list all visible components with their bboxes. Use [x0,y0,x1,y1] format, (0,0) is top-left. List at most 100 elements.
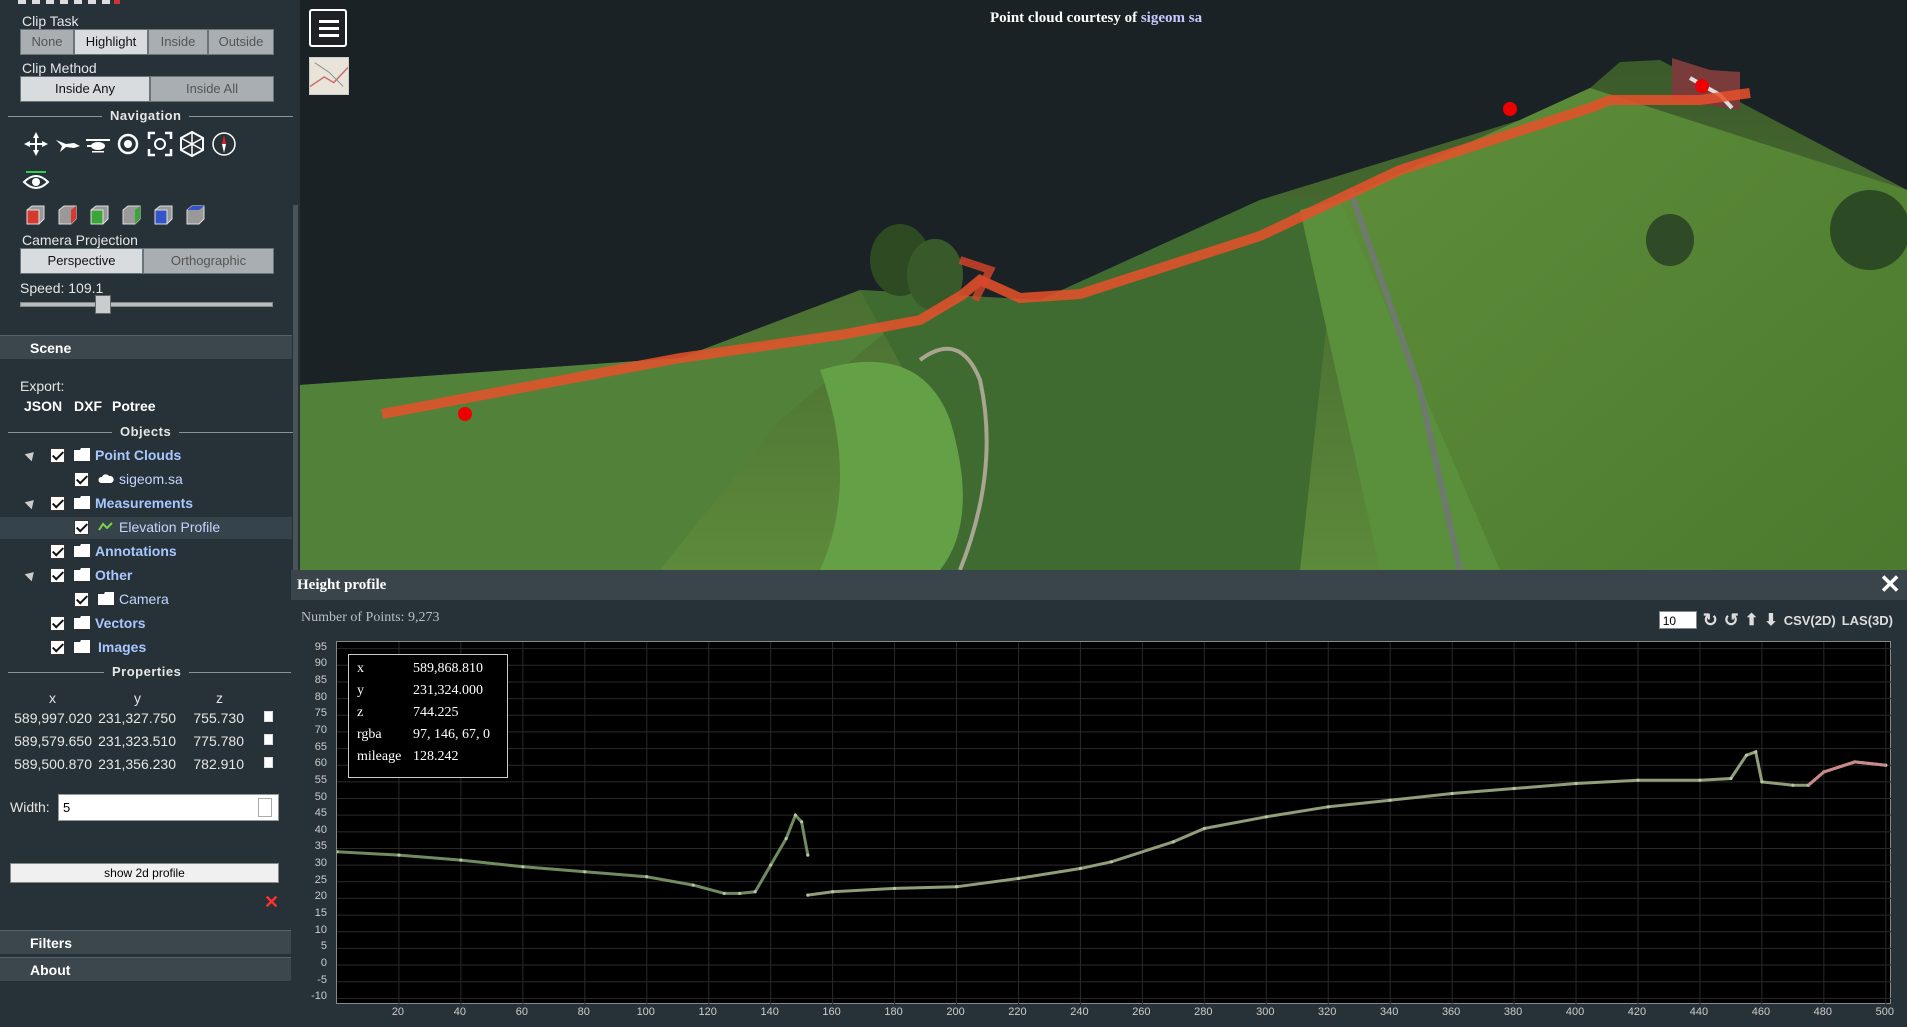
rotate-ccw-icon[interactable]: ↺ [1724,610,1739,631]
profile-point [954,885,959,889]
clip-method-inside-all-button[interactable]: Inside All [150,76,274,102]
profile-point [459,858,463,862]
clip-method-label: Clip Method [22,60,97,76]
copy-icon[interactable] [264,711,273,722]
fly-controls-icon[interactable] [54,130,82,158]
scene-section-header[interactable]: Scene [0,335,292,359]
profile-point [1744,753,1749,757]
sidebar: Clip Task None Highlight Inside Outside … [0,0,300,1027]
profile-point [784,836,788,841]
bottom-view-icon[interactable] [184,204,206,226]
focus-icon[interactable] [146,130,174,158]
orbit-controls-icon[interactable] [114,130,142,158]
compass-icon[interactable] [210,130,238,158]
camera-projection-label: Camera Projection [22,232,138,248]
right-view-icon[interactable] [88,204,110,226]
width-input[interactable]: 5 [58,794,279,821]
credit-link[interactable]: sigeom sa [1141,10,1202,26]
export-json-link[interactable]: JSON [24,398,62,414]
clip-task-inside-button[interactable]: Inside [148,29,208,55]
tree-item-camera[interactable]: Camera [0,589,292,611]
export-csv-button[interactable]: CSV(2D) [1784,613,1836,628]
height-profile-title-bar[interactable]: Height profile ✕ [291,570,1907,600]
tree-item-sigeom[interactable]: sigeom.sa [0,469,292,491]
export-dxf-link[interactable]: DXF [74,398,102,414]
x-tick-label: 300 [1256,1006,1275,1018]
tree-item-elevation-profile[interactable]: Elevation Profile [0,517,292,539]
x-tick-labels: 20 40 60 80 100 120 140 160 180 200 220 240 260 280 30… [336,1006,1894,1022]
checkbox[interactable] [50,448,65,463]
profile-point [1450,791,1454,796]
tooltip-key: rgba [357,727,382,742]
y-tick-label: 5 [320,940,327,953]
checkbox[interactable] [74,472,89,487]
folder-icon [74,640,90,653]
checkbox[interactable] [74,520,89,535]
tree-item-images[interactable]: Images [0,637,292,659]
profile-point [738,891,742,896]
clip-task-outside-button[interactable]: Outside [208,29,274,55]
top-view-icon[interactable] [178,130,206,158]
back-view-icon[interactable] [120,204,142,226]
tooltip-value: 744.225 [413,705,459,720]
profile-point [397,853,401,857]
profile-plot-area[interactable] [335,641,1892,1005]
clip-method-inside-any-button[interactable]: Inside Any [20,76,150,102]
tree-item-vectors[interactable]: Vectors [0,613,292,635]
map-thumbnail-icon[interactable] [309,57,349,95]
close-icon[interactable]: ✕ [1879,572,1901,598]
tree-item-other[interactable]: Other [0,565,292,587]
point-cloud-viewer[interactable]: Point cloud courtesy of sigeom sa [300,0,1907,570]
y-tick-label: 10 [314,923,327,936]
checkbox[interactable] [74,592,89,607]
speed-slider-handle[interactable] [95,295,111,314]
y-tick-label: 50 [314,790,327,803]
front-view-icon[interactable] [56,204,78,226]
earth-controls-icon[interactable] [22,130,50,158]
tooltip-key: z [357,705,364,720]
about-section-header[interactable]: About [0,957,292,981]
show-2d-profile-button[interactable]: show 2d profile [10,863,279,883]
checkbox[interactable] [50,616,65,631]
profile-point [1388,798,1392,802]
orthographic-button[interactable]: Orthographic [143,248,274,274]
copy-icon[interactable] [264,757,273,768]
expand-arrow-icon[interactable] [24,496,38,510]
copy-icon[interactable] [264,734,273,745]
folder-icon [74,616,90,629]
x-tick-label: 40 [453,1006,467,1018]
folder-icon [74,544,90,557]
eye-dome-icon[interactable] [22,166,50,194]
x-tick-label: 280 [1194,1006,1213,1018]
left-view-icon[interactable] [24,204,46,226]
checkbox[interactable] [50,568,65,583]
clip-task-highlight-button[interactable]: Highlight [74,29,148,55]
checkbox[interactable] [50,640,65,655]
top-view-cube-icon[interactable] [152,204,174,226]
tree-label: Images [98,639,147,655]
tree-item-annotations[interactable]: Annotations [0,541,292,563]
remove-measurement-icon[interactable]: ✕ [264,892,279,913]
export-las-button[interactable]: LAS(3D) [1842,613,1893,628]
width-spinner[interactable] [258,798,272,817]
perspective-button[interactable]: Perspective [20,248,143,274]
expand-arrow-icon[interactable] [24,448,38,462]
menu-toggle-button[interactable] [309,9,347,47]
tree-label: Vectors [95,615,146,631]
export-potree-link[interactable]: Potree [112,398,156,414]
arrow-up-icon[interactable]: ⬆ [1745,610,1758,630]
point-budget-input[interactable]: 10 [1658,611,1697,629]
tree-item-measurements[interactable]: Measurements [0,493,292,515]
profile-point [1754,750,1758,754]
rotate-cw-icon[interactable]: ↻ [1703,610,1718,631]
toolbar-icons-partial [18,0,120,4]
helicopter-controls-icon[interactable] [84,130,112,158]
speed-slider-track[interactable] [20,302,273,307]
tree-item-point-clouds[interactable]: Point Clouds [0,445,292,467]
checkbox[interactable] [50,496,65,511]
clip-task-none-button[interactable]: None [20,29,74,55]
filters-section-header[interactable]: Filters [0,930,292,954]
arrow-down-icon[interactable]: ⬇ [1764,610,1777,630]
expand-arrow-icon[interactable] [24,568,38,582]
checkbox[interactable] [50,544,65,559]
